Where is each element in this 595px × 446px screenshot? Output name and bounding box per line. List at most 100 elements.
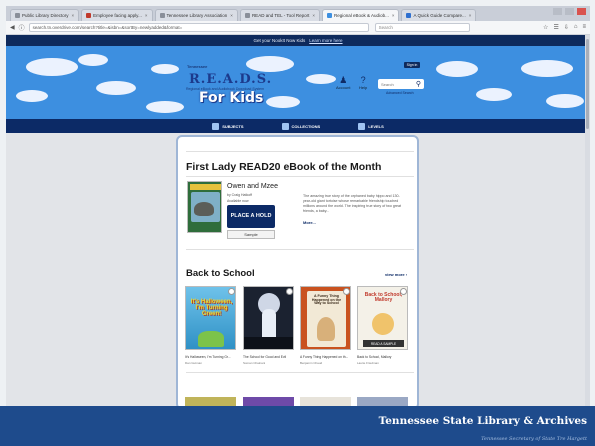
download-icon[interactable]: ⇩ <box>564 24 569 31</box>
browser-tab[interactable]: Public Library Directory × <box>10 9 80 21</box>
nav-levels[interactable]: LEVELS <box>358 122 384 130</box>
book-author[interactable]: Laurie Friedman <box>357 361 379 365</box>
owen-and-mzee-cover[interactable] <box>187 181 222 233</box>
book-author[interactable]: Soman Chainani <box>243 361 265 365</box>
book-cover[interactable]: Back to School, Mallory READ A SAMPLE <box>357 286 408 350</box>
close-tab-icon[interactable]: × <box>392 13 395 18</box>
wishlist-button[interactable] <box>286 288 293 295</box>
maximize-button[interactable] <box>565 8 574 15</box>
book-author[interactable]: Dan Gutman <box>185 361 202 365</box>
minimize-button[interactable] <box>553 8 562 15</box>
url-field[interactable]: search.tn.overdrive.com/search?title=&is… <box>28 23 369 32</box>
browser-tab[interactable]: READ and TEL - Tool Report × <box>239 9 321 21</box>
browser-tab[interactable]: Employee facing apply... × <box>81 9 153 21</box>
home-icon[interactable]: ⌂ <box>574 24 578 31</box>
close-tab-icon[interactable]: × <box>469 13 472 18</box>
book-author[interactable]: Benjamin Chaud <box>300 361 322 365</box>
featured-book-title[interactable]: Owen and Mzee <box>227 183 278 190</box>
advanced-search-link[interactable]: Advanced Search <box>386 91 414 95</box>
account-link[interactable]: ♟ Account <box>336 75 350 90</box>
cloud-decoration <box>96 81 136 95</box>
footer-brand: Tennessee State Library & Archives <box>378 415 587 427</box>
cloud-decoration <box>521 60 573 77</box>
sign-in-button[interactable]: Sign in <box>404 62 420 68</box>
cover-art-tortoise <box>194 202 214 216</box>
site-logo[interactable]: R.E.A.D.S. <box>189 72 272 87</box>
account-icon: ♟ <box>339 75 348 85</box>
cover-shadow <box>244 337 293 349</box>
slide-footer: Tennessee State Library & Archives Tenne… <box>0 406 595 446</box>
book-cover[interactable]: It's Halloween, I'm Turning Green! <box>185 286 236 350</box>
browser-search-input[interactable]: Search <box>374 23 470 32</box>
notice-link[interactable]: Learn more here <box>309 38 342 43</box>
browser-tab[interactable]: Tennessee Library Association × <box>154 9 238 21</box>
read-sample-badge[interactable]: READ A SAMPLE <box>363 340 404 347</box>
search-icon[interactable]: ⚲ <box>416 80 421 88</box>
cloud-decoration <box>246 56 294 72</box>
nav-subjects[interactable]: SUBJECTS <box>212 122 244 130</box>
browser-tab[interactable]: A Quick Guide Compare... × <box>401 9 477 21</box>
page-scrollbar[interactable] <box>585 35 590 406</box>
close-tab-icon[interactable]: × <box>72 13 75 18</box>
cover-character <box>372 313 394 335</box>
close-tab-icon[interactable]: × <box>145 13 148 18</box>
logo-kids[interactable]: For Kids <box>199 90 263 106</box>
browser-tab-active[interactable]: Regional eBook & Audiob... × <box>322 9 400 21</box>
favicon-icon <box>244 13 250 18</box>
book-cover[interactable]: A Funny Thing Happened on the Way to Sch… <box>300 286 351 350</box>
site-header: Tennessee R.E.A.D.S. Regional eBook and … <box>6 46 590 119</box>
collections-icon <box>281 122 289 130</box>
scrollbar-thumb[interactable] <box>586 39 589 129</box>
wishlist-button[interactable] <box>343 288 350 295</box>
cover-title: It's Halloween, I'm Turning Green! <box>190 299 233 317</box>
divider <box>186 176 414 177</box>
book-title[interactable]: Back to School, Mallory <box>357 355 409 359</box>
divider <box>186 249 414 250</box>
featured-book-author[interactable]: by Craig Hatkoff <box>227 193 252 197</box>
address-bar-row: ◀ ⓘ search.tn.overdrive.com/search?title… <box>6 21 590 35</box>
book-title[interactable]: A Funny Thing Happened on th... <box>300 355 352 359</box>
main-nav: SUBJECTS COLLECTIONS LEVELS <box>6 119 590 133</box>
cloud-decoration <box>78 54 108 66</box>
featured-description: The amazing true story of the orphaned b… <box>303 194 402 213</box>
star-icon[interactable]: ☆ <box>543 24 548 31</box>
nav-collections[interactable]: COLLECTIONS <box>281 122 320 130</box>
more-link[interactable]: More... <box>303 220 316 225</box>
site-search-input[interactable]: Search ⚲ <box>378 79 424 89</box>
book-title[interactable]: It's Halloween, I'm Turning Gr... <box>185 355 237 359</box>
reading-list-icon[interactable]: ☰ <box>553 24 558 31</box>
availability-status: Available now <box>227 199 249 203</box>
info-icon[interactable]: ⓘ <box>19 23 25 32</box>
book-cover[interactable] <box>243 286 294 350</box>
help-link[interactable]: ? Help <box>359 75 367 90</box>
content-card: First Lady READ20 eBook of the Month Owe… <box>176 135 419 410</box>
wishlist-button[interactable] <box>228 288 235 295</box>
cloud-decoration <box>26 58 78 76</box>
footer-subtitle: Tennessee Secretary of State Tre Hargett <box>481 436 587 442</box>
cloud-decoration <box>151 64 179 74</box>
featured-section-title: First Lady READ20 eBook of the Month <box>186 161 382 173</box>
sample-button[interactable]: Sample <box>227 230 275 239</box>
menu-icon[interactable]: ≡ <box>582 24 586 31</box>
help-icon: ? <box>360 75 366 85</box>
slide-frame: Public Library Directory × Employee facin… <box>0 0 595 446</box>
browser-toolbar-icons: ☆ ☰ ⇩ ⌂ ≡ <box>543 24 586 31</box>
cover-title: A Funny Thing Happened on the Way to Sch… <box>311 294 342 306</box>
window-controls <box>553 8 586 15</box>
levels-icon <box>358 122 366 130</box>
cloud-decoration <box>266 96 300 108</box>
book-title[interactable]: The School for Good and Evil <box>243 355 295 359</box>
cover-character <box>198 331 224 347</box>
view-more-link[interactable]: view more › <box>385 272 407 277</box>
close-window-button[interactable] <box>577 8 586 15</box>
close-tab-icon[interactable]: × <box>230 13 233 18</box>
close-tab-icon[interactable]: × <box>312 13 315 18</box>
place-hold-button[interactable]: PLACE A HOLD <box>227 205 275 228</box>
wishlist-button[interactable] <box>400 288 407 295</box>
favicon-icon <box>86 13 92 18</box>
logo-state: Tennessee <box>187 64 208 69</box>
cloud-decoration <box>146 101 184 113</box>
cover-title: Back to School, Mallory <box>364 292 403 303</box>
cover-banner <box>190 184 221 190</box>
back-arrow-icon[interactable]: ◀ <box>10 24 15 31</box>
